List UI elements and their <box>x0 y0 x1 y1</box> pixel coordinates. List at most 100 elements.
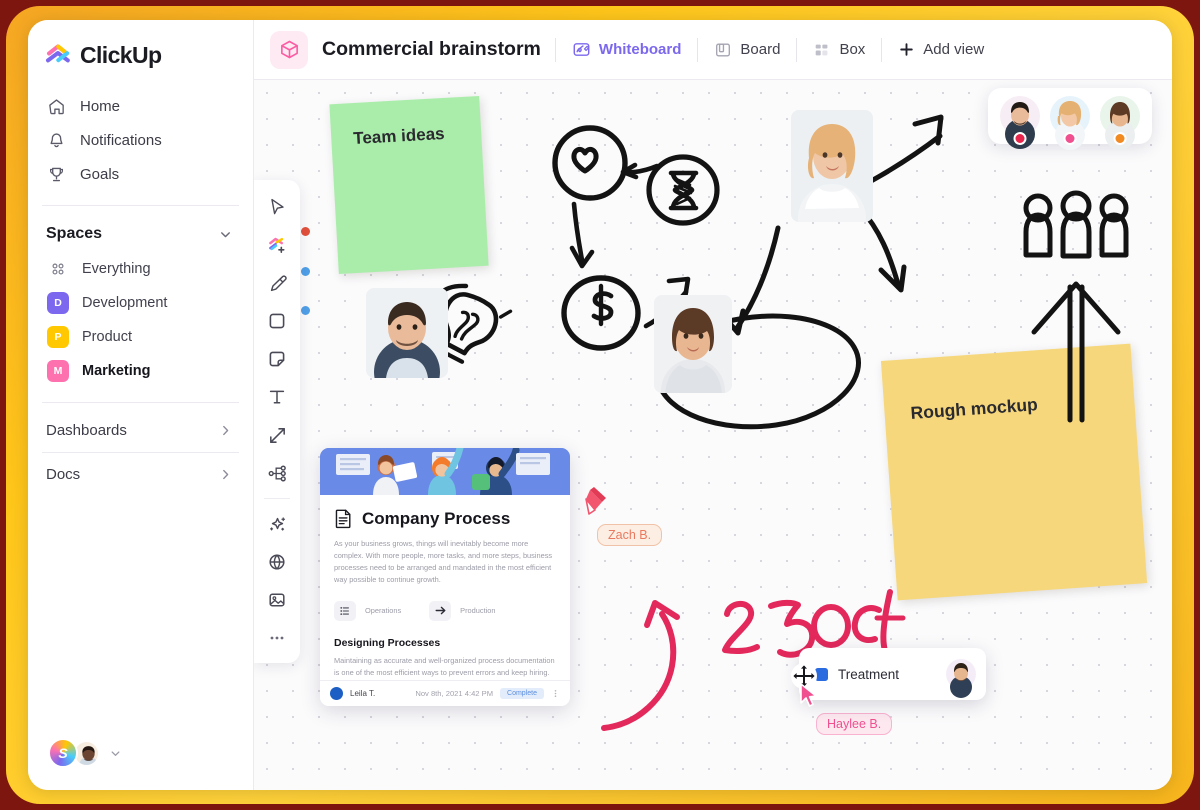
divider <box>796 37 798 62</box>
sticky-note-tool[interactable] <box>259 341 295 377</box>
tab-board[interactable]: Board <box>701 34 793 66</box>
people-group-doodle <box>1023 190 1129 259</box>
divider <box>42 402 239 403</box>
pen-tool[interactable] <box>259 265 295 301</box>
move-handle-and-cursor[interactable] <box>790 662 836 710</box>
arrow-down-doodle <box>569 201 595 269</box>
more-tools[interactable] <box>259 620 295 656</box>
sidebar-item-product[interactable]: P Product <box>28 320 253 354</box>
document-chip-production[interactable]: Production <box>429 600 496 621</box>
sidebar-item-label: Home <box>80 97 121 115</box>
photo-cutout-person-1[interactable] <box>366 288 448 378</box>
tab-whiteboard[interactable]: Whiteboard <box>559 33 695 66</box>
color-dot-blue-2[interactable] <box>301 306 310 315</box>
web-embed-tool[interactable] <box>259 544 295 580</box>
spaces-section-header[interactable]: Spaces <box>28 212 253 252</box>
divider <box>697 37 699 62</box>
main-area: Commercial brainstorm Whiteboard Board B… <box>254 20 1172 790</box>
status-badge[interactable]: Complete <box>500 688 544 699</box>
topbar: Commercial brainstorm Whiteboard Board B… <box>254 20 1172 80</box>
whiteboard-canvas[interactable]: Team ideas Rough mockup Company Process … <box>254 80 1172 790</box>
clickup-logo-text: ClickUp <box>80 42 162 68</box>
primary-nav: Home Notifications Goals <box>28 77 253 199</box>
more-options-icon[interactable] <box>551 689 560 698</box>
grid-dots-icon <box>47 258 69 280</box>
document-chip-label: Production <box>460 606 496 616</box>
magic-wand-tool[interactable] <box>259 506 295 542</box>
clickup-logo[interactable]: ClickUp <box>28 20 253 77</box>
sidebar-item-development[interactable]: D Development <box>28 286 253 320</box>
photo-cutout-person-2[interactable] <box>791 110 873 222</box>
sidebar-item-label: Goals <box>80 165 120 183</box>
document-card-paragraph: As your business grows, things will inev… <box>334 539 553 584</box>
connector-tool[interactable] <box>259 227 295 263</box>
space-label: Marketing <box>82 363 151 379</box>
collaborator-3[interactable] <box>1100 96 1140 150</box>
sidebar-item-docs[interactable]: Docs <box>28 453 253 496</box>
document-card-author: Leila T. <box>350 689 376 698</box>
tool-color-dots <box>301 185 317 385</box>
chevron-right-icon <box>218 423 233 438</box>
arrow-tool[interactable] <box>259 417 295 453</box>
clickup-app-window: ClickUp Home Notifications Goals Spaces … <box>28 20 1172 790</box>
whiteboard-toolbar <box>254 180 300 663</box>
collaborator-1[interactable] <box>1000 96 1040 149</box>
spaces-list: Everything D Development P Product M Mar… <box>28 252 253 388</box>
sidebar-item-home[interactable]: Home <box>28 89 253 123</box>
presence-dot <box>1063 132 1077 145</box>
tab-box[interactable]: Box <box>800 34 878 66</box>
shape-rectangle-tool[interactable] <box>259 303 295 339</box>
sidebar-item-dashboards[interactable]: Dashboards <box>28 409 253 452</box>
sidebar-item-marketing[interactable]: M Marketing <box>28 354 253 388</box>
document-card-banner <box>320 448 570 495</box>
collaborator-2[interactable] <box>1050 96 1090 150</box>
color-dot-red[interactable] <box>301 227 310 236</box>
cursor-label-zach: Zach B. <box>597 524 663 546</box>
divider <box>881 37 883 62</box>
user-dropdown-chevron-icon[interactable] <box>110 748 121 759</box>
curved-arrow-doodle <box>601 600 680 731</box>
box-icon <box>813 41 831 59</box>
color-dot-blue-1[interactable] <box>301 267 310 276</box>
chevron-right-icon <box>218 467 233 482</box>
add-view-button[interactable]: Add view <box>885 34 997 65</box>
user-account-bar[interactable]: S <box>28 738 253 790</box>
photo-cutout-person-3[interactable] <box>654 295 732 393</box>
hourglass-circle-doodle <box>646 154 720 226</box>
document-card[interactable]: Company Process As your business grows, … <box>320 448 570 706</box>
chevron-down-icon[interactable] <box>218 227 233 242</box>
sidebar-item-notifications[interactable]: Notifications <box>28 123 253 157</box>
heart-circle-doodle <box>552 125 628 201</box>
clickup-logo-icon <box>46 43 70 62</box>
cursor-label-text: Zach B. <box>608 528 652 542</box>
document-card-body: Company Process As your business grows, … <box>320 495 570 679</box>
space-label: Product <box>82 329 132 345</box>
space-badge: D <box>47 292 69 314</box>
spaces-heading: Spaces <box>46 225 103 242</box>
presence-dot <box>1013 132 1027 145</box>
mindmap-tool[interactable] <box>259 455 295 491</box>
decorative-frame: ClickUp Home Notifications Goals Spaces … <box>0 0 1200 810</box>
trophy-icon <box>46 164 66 184</box>
document-card-title: Company Process <box>362 508 511 528</box>
list-icon <box>334 600 356 621</box>
select-cursor-tool[interactable] <box>259 189 295 225</box>
tab-label: Box <box>839 41 866 58</box>
presence-dot <box>1113 132 1127 145</box>
document-card-subheading: Designing Processes <box>334 636 441 649</box>
document-card-footer: Leila T. Nov 8th, 2021 4:42 PM Complete <box>320 680 570 706</box>
sidebar-item-label: Docs <box>46 466 81 483</box>
document-chip-operations[interactable]: Operations <box>334 600 401 621</box>
cube-icon <box>270 30 308 69</box>
image-tool[interactable] <box>259 582 295 618</box>
sidebar-item-goals[interactable]: Goals <box>28 157 253 191</box>
sidebar-item-label: Notifications <box>80 131 162 149</box>
bell-icon <box>46 130 66 150</box>
avatar[interactable] <box>946 659 976 698</box>
sidebar-item-everything[interactable]: Everything <box>28 252 253 286</box>
cursor-label-text: Haylee B. <box>827 717 882 731</box>
document-card-chips: Operations Production <box>334 600 556 621</box>
workspace-avatar[interactable]: S <box>48 738 78 768</box>
avatar[interactable] <box>330 687 343 700</box>
text-tool[interactable] <box>259 379 295 415</box>
